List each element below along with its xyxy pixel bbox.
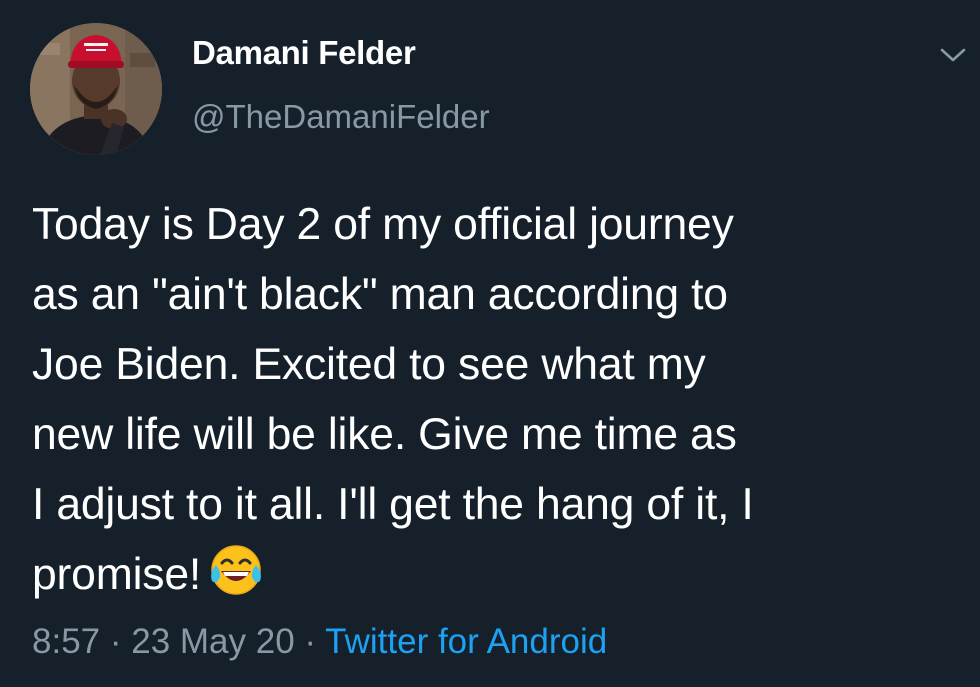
tweet-card: Damani Felder @TheDamaniFelder Today is … bbox=[0, 0, 980, 687]
tweet-text-line: new life will be like. Give me time as bbox=[32, 410, 737, 459]
tweet-text-line: as an "ain't black" man according to bbox=[32, 270, 728, 319]
display-name[interactable]: Damani Felder bbox=[192, 34, 416, 72]
tweet-text-line: I adjust to it all. I'll get the hang of… bbox=[32, 480, 754, 529]
tweet-source-link[interactable]: Twitter for Android bbox=[325, 622, 607, 661]
tweet-text-line: Today is Day 2 of my official journey bbox=[32, 200, 734, 249]
meta-separator: · bbox=[100, 622, 132, 661]
tweet-text-line: promise! bbox=[32, 550, 202, 599]
face-with-tears-of-joy-icon bbox=[207, 541, 265, 599]
chevron-down-icon[interactable] bbox=[938, 44, 968, 66]
tweet-time[interactable]: 8:57 bbox=[32, 622, 100, 661]
user-handle[interactable]: @TheDamaniFelder bbox=[192, 98, 490, 136]
avatar-photo bbox=[30, 23, 162, 155]
tweet-date[interactable]: 23 May 20 bbox=[131, 622, 294, 661]
tweet-text: Today is Day 2 of my official journey as… bbox=[32, 190, 952, 610]
avatar[interactable] bbox=[30, 23, 162, 155]
meta-separator: · bbox=[294, 622, 326, 661]
tweet-meta: 8:57 · 23 May 20 · Twitter for Android bbox=[32, 622, 607, 662]
tweet-text-line: Joe Biden. Excited to see what my bbox=[32, 340, 706, 389]
tweet-text-last-line: promise! bbox=[32, 540, 952, 610]
